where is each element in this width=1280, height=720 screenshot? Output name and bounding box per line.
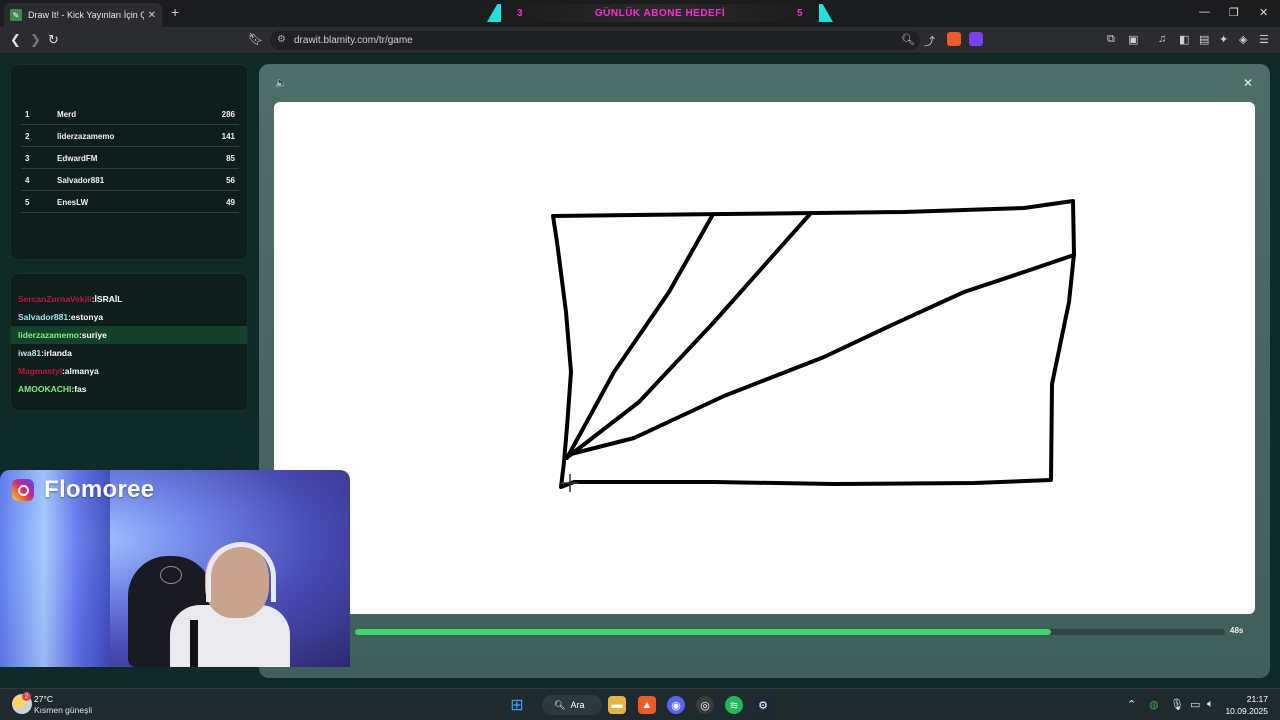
drawing-strokes <box>551 199 1076 492</box>
round-timer-fill <box>355 629 1051 635</box>
banner-title: GÜNLÜK ABONE HEDEFİ <box>594 7 726 19</box>
headset <box>206 542 276 602</box>
media-icon[interactable]: ♫ <box>1158 33 1166 45</box>
tray-overflow-icon[interactable]: ⌃ <box>1127 698 1136 711</box>
forward-arrow-icon[interactable]: ❯ <box>30 32 41 48</box>
chat-message-highlighted: liderzazamemo:suriye <box>11 326 247 344</box>
chat-message: SercanZurnaVekili:İSRAİL <box>18 294 123 304</box>
steam-icon[interactable]: ⚙ <box>754 696 772 714</box>
webcam-title: Flomoree <box>12 476 155 503</box>
clock-date: 10.09.2025 <box>1225 706 1268 716</box>
chat-message: Magmastyl:almanya <box>18 366 99 376</box>
chrome-icon[interactable]: ◎ <box>696 696 714 714</box>
drawing-canvas[interactable] <box>274 102 1255 614</box>
tab-title: Draw It! - Kick Yayınları İçin Çizim <box>28 10 144 20</box>
streamer-name: Flomoree <box>44 476 155 503</box>
leaderboard-row: 4 Salvador881 56 <box>11 169 247 191</box>
brave-shields-icon[interactable] <box>947 32 961 46</box>
tab-close-icon[interactable]: ✕ <box>148 10 156 21</box>
discord-icon[interactable]: ◉ <box>667 696 685 714</box>
banner-right-count: 5 <box>796 7 803 19</box>
network-icon[interactable]: ▭ <box>1190 698 1200 711</box>
system-clock[interactable]: 21:17 10.09.2025 <box>1225 693 1268 717</box>
instagram-icon <box>12 479 34 501</box>
chat-message: Salvador881:estonya <box>18 312 104 322</box>
diagonal-stroke-1 <box>565 214 714 460</box>
subscriber-goal-banner: 3 GÜNLÜK ABONE HEDEFİ 5 <box>487 4 833 22</box>
banner-left-count: 3 <box>517 7 524 19</box>
share-icon[interactable]: ⤴ <box>924 33 935 49</box>
address-input[interactable]: ⚙ drawit.blamity.com/tr/game <box>270 31 920 50</box>
leaderboard-row: 1 Merd 286 <box>11 103 247 125</box>
wallet-icon[interactable]: ▤ <box>1199 33 1209 46</box>
microphone-icon[interactable]: 🎙︎ <box>1170 698 1184 711</box>
zoom-icon[interactable]: 🔍︎ <box>901 33 915 46</box>
bookmark-icon[interactable]: 🔖︎ <box>248 32 263 46</box>
round-timer-bar <box>355 629 1225 635</box>
weather-condition: Kısmen güneşli <box>34 705 93 715</box>
leo-ai-icon[interactable]: ✦ <box>1219 33 1228 46</box>
spotify-icon[interactable]: ≋ <box>725 696 743 714</box>
window-minimize-button[interactable]: — <box>1199 6 1210 18</box>
windows-taskbar: 2 27°C Kısmen güneşli ⊞ 🔍︎ Ara ▬ ▲ ◉ ◎ ≋… <box>0 688 1280 720</box>
chat-panel: SercanZurnaVekili:İSRAİL Salvador881:est… <box>10 273 248 411</box>
sidebar-icon[interactable]: ◧ <box>1179 33 1189 46</box>
round-timer-text: 48s <box>1230 626 1244 635</box>
taskbar-search[interactable]: 🔍︎ Ara <box>542 695 602 715</box>
file-explorer-icon[interactable]: ▬ <box>608 696 626 714</box>
sound-icon[interactable]: 🔈 <box>275 78 287 89</box>
leaderboard-row: 2 liderzazamemo 141 <box>11 125 247 147</box>
browser-tabbar: ✎ Draw It! - Kick Yayınları İçin Çizim ✕… <box>0 0 1280 27</box>
diagonal-stroke-3 <box>569 253 1076 456</box>
brave-rewards-icon[interactable] <box>969 32 983 46</box>
windows-start-icon[interactable]: ⊞ <box>508 696 526 714</box>
drawit-favicon-icon: ✎ <box>10 9 22 21</box>
chat-message: AMOOKACHI:fas <box>18 384 87 394</box>
stage-close-icon[interactable]: ✕ <box>1243 76 1253 90</box>
weather-temperature: 27°C <box>34 694 53 704</box>
search-icon: 🔍︎ <box>554 699 566 710</box>
menu-icon[interactable]: ☰ <box>1259 33 1269 46</box>
volume-icon[interactable]: 🔈︎ <box>1207 698 1214 711</box>
diagonal-stroke-2 <box>567 212 812 458</box>
leaderboard-panel: 1 Merd 286 2 liderzazamemo 141 3 EdwardF… <box>10 64 248 260</box>
browser-tab-drawit[interactable]: ✎ Draw It! - Kick Yayınları İçin Çizim ✕ <box>4 3 162 27</box>
window-close-button[interactable]: ✕ <box>1259 6 1268 19</box>
extensions-icon[interactable]: ⧉ <box>1107 33 1115 46</box>
browser-toolbar: ❮ ❯ ↻ 🔖︎ ⚙ drawit.blamity.com/tr/game 🔍︎… <box>0 27 1280 54</box>
weather-badge: 2 <box>22 692 31 701</box>
chat-message: iwa81:irlanda <box>18 348 72 358</box>
vpn-icon[interactable]: ◈ <box>1239 33 1247 46</box>
tray-app-icon[interactable]: ◍ <box>1149 698 1159 711</box>
window-maximize-button[interactable]: ❐ <box>1229 6 1239 19</box>
clock-time: 21:17 <box>1246 694 1268 704</box>
brave-browser-icon[interactable]: ▲ <box>638 696 656 714</box>
leaderboard-row: 3 EdwardFM 85 <box>11 147 247 169</box>
search-label: Ara <box>570 700 585 710</box>
leaderboard-row: 5 EnesLW 49 <box>11 191 247 213</box>
back-arrow-icon[interactable]: ❮ <box>10 32 21 48</box>
new-tab-button[interactable]: + <box>171 4 179 20</box>
reader-icon[interactable]: ▣ <box>1128 33 1138 46</box>
site-settings-icon[interactable]: ⚙ <box>277 34 286 45</box>
reload-icon[interactable]: ↻ <box>48 32 59 48</box>
url-text: drawit.blamity.com/tr/game <box>294 35 413 46</box>
